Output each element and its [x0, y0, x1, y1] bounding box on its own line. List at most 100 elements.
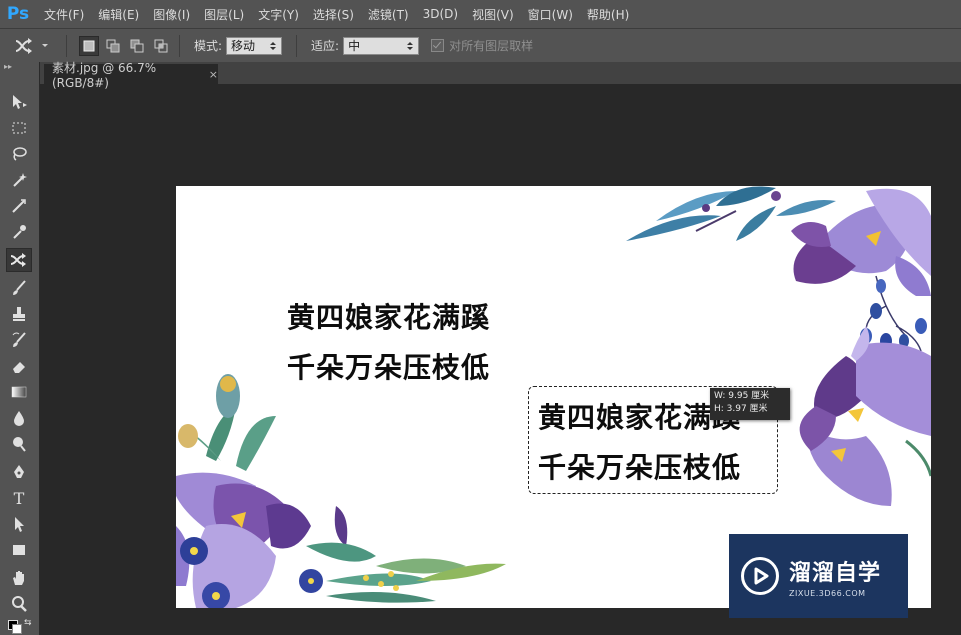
separator — [296, 34, 298, 57]
chevron-down-icon — [42, 43, 48, 47]
rectangle-icon — [13, 545, 25, 555]
menu-3d[interactable]: 3D(D) — [423, 7, 458, 21]
poem-line-1: 黄四娘家花满蹊 — [287, 301, 491, 334]
selection-width: W: 9.95 厘米 — [714, 391, 770, 401]
content-aware-move-icon — [15, 37, 32, 54]
blur-tool[interactable] — [6, 406, 32, 430]
right-iris — [799, 326, 931, 506]
eyedropper-icon — [13, 225, 26, 239]
hand-icon — [13, 571, 24, 585]
path-selection-icon — [15, 517, 24, 532]
drop-icon — [14, 411, 24, 426]
adapt-dropdown[interactable]: 中 — [343, 36, 420, 55]
magic-wand-tool[interactable] — [6, 168, 32, 192]
history-brush-tool[interactable] — [6, 328, 32, 352]
intersect-selection-button[interactable] — [151, 36, 171, 56]
content-aware-move-tool[interactable] — [6, 248, 32, 272]
rectangle-tool[interactable] — [6, 538, 32, 562]
tool-preset-picker[interactable] — [14, 34, 58, 58]
swap-colors-icon[interactable]: ⇆ — [24, 618, 32, 628]
lasso-icon — [13, 147, 27, 161]
updown-icon — [407, 41, 414, 50]
menu-file[interactable]: 文件(F) — [44, 6, 84, 23]
sample-all-layers-label: 对所有图层取样 — [449, 39, 534, 53]
move-icon — [13, 95, 27, 109]
menu-edit[interactable]: 编辑(E) — [98, 6, 139, 23]
document-tab-bar: 素材.jpg @ 66.7%(RGB/8#) × — [0, 61, 961, 90]
collapse-icon[interactable]: ▸▸ — [0, 62, 39, 72]
updown-icon — [270, 41, 277, 50]
menu-image[interactable]: 图像(I) — [153, 6, 190, 23]
adapt-value: 中 — [348, 39, 361, 53]
dodge-tool[interactable] — [6, 432, 32, 456]
type-tool[interactable]: T — [6, 486, 32, 510]
content-aware-move-icon — [10, 253, 26, 267]
hand-tool[interactable] — [6, 566, 32, 590]
mode-dropdown[interactable]: 移动 — [226, 36, 283, 55]
mode-label: 模式: — [194, 39, 223, 53]
selection-size-tooltip: W: 9.95 厘米 H: 3.97 厘米 — [710, 388, 790, 420]
menu-filter[interactable]: 滤镜(T) — [368, 6, 409, 23]
selection-mode-group — [79, 35, 171, 56]
intersect-selection-icon — [154, 39, 168, 52]
marquee-icon — [12, 122, 26, 134]
clone-stamp-tool[interactable] — [6, 302, 32, 326]
eyedropper-tool[interactable] — [6, 220, 32, 244]
color-swatches[interactable]: ⇆ — [6, 618, 34, 634]
sample-all-layers-checkbox[interactable] — [431, 39, 445, 52]
brush-icon — [13, 280, 26, 295]
pen-icon — [14, 465, 24, 478]
history-brush-icon — [12, 332, 26, 347]
add-selection-icon — [106, 39, 120, 52]
zoom-tool[interactable] — [6, 592, 32, 616]
stamp-icon — [13, 307, 25, 321]
separator — [179, 34, 180, 57]
brush-tool[interactable] — [6, 276, 32, 300]
document-tab[interactable]: 素材.jpg @ 66.7%(RGB/8#) × — [44, 61, 218, 90]
lasso-tool[interactable] — [6, 142, 32, 166]
eraser-icon — [13, 362, 25, 373]
toolbox: ▸▸ T ⇆ — [0, 62, 40, 635]
new-selection-button[interactable] — [79, 35, 99, 56]
mode-value: 移动 — [231, 39, 256, 53]
slice-icon — [12, 199, 26, 213]
eraser-tool[interactable] — [6, 354, 32, 378]
watermark-brand: 溜溜自学 — [789, 560, 882, 586]
play-logo-icon — [741, 557, 779, 595]
sample-all-layers-option[interactable]: 对所有图层取样 — [431, 37, 533, 54]
document-title: 素材.jpg @ 66.7%(RGB/8#) — [52, 60, 157, 90]
crop-tool[interactable] — [6, 194, 32, 218]
separator — [66, 34, 67, 57]
type-icon: T — [13, 488, 25, 508]
menu-view[interactable]: 视图(V) — [472, 6, 514, 23]
subtract-selection-button[interactable] — [127, 36, 147, 56]
close-icon[interactable]: × — [209, 68, 218, 81]
menu-select[interactable]: 选择(S) — [313, 6, 354, 23]
gradient-tool[interactable] — [6, 380, 32, 404]
background-color[interactable] — [12, 624, 22, 634]
adapt-label: 适应: — [311, 39, 340, 53]
menu-layer[interactable]: 图层(L) — [204, 6, 244, 23]
new-selection-icon — [83, 40, 95, 51]
dodge-icon — [13, 437, 26, 452]
menu-bar: Ps 文件(F) 编辑(E) 图像(I) 图层(L) 文字(Y) 选择(S) 滤… — [0, 0, 961, 28]
selected-poem-line-2: 千朵万朵压枝低 — [538, 451, 742, 484]
watermark: 溜溜自学 ZIXUE.3D66.COM — [729, 534, 908, 618]
watermark-url: ZIXUE.3D66.COM — [789, 588, 866, 598]
menu-window[interactable]: 窗口(W) — [528, 6, 573, 23]
pen-tool[interactable] — [6, 460, 32, 484]
poem-line-2: 千朵万朵压枝低 — [287, 351, 491, 384]
bottom-left-bouquet — [176, 374, 506, 608]
photoshop-logo: Ps — [6, 4, 30, 24]
zoom-icon — [12, 596, 27, 612]
selection-height: H: 3.97 厘米 — [714, 404, 768, 414]
marquee-tool[interactable] — [6, 116, 32, 140]
move-tool[interactable] — [6, 90, 32, 114]
gradient-icon — [11, 386, 27, 398]
path-selection-tool[interactable] — [6, 512, 32, 536]
magic-wand-icon — [13, 173, 27, 187]
menu-type[interactable]: 文字(Y) — [258, 6, 299, 23]
menu-help[interactable]: 帮助(H) — [587, 6, 629, 23]
subtract-selection-icon — [130, 39, 144, 52]
add-selection-button[interactable] — [103, 36, 123, 56]
